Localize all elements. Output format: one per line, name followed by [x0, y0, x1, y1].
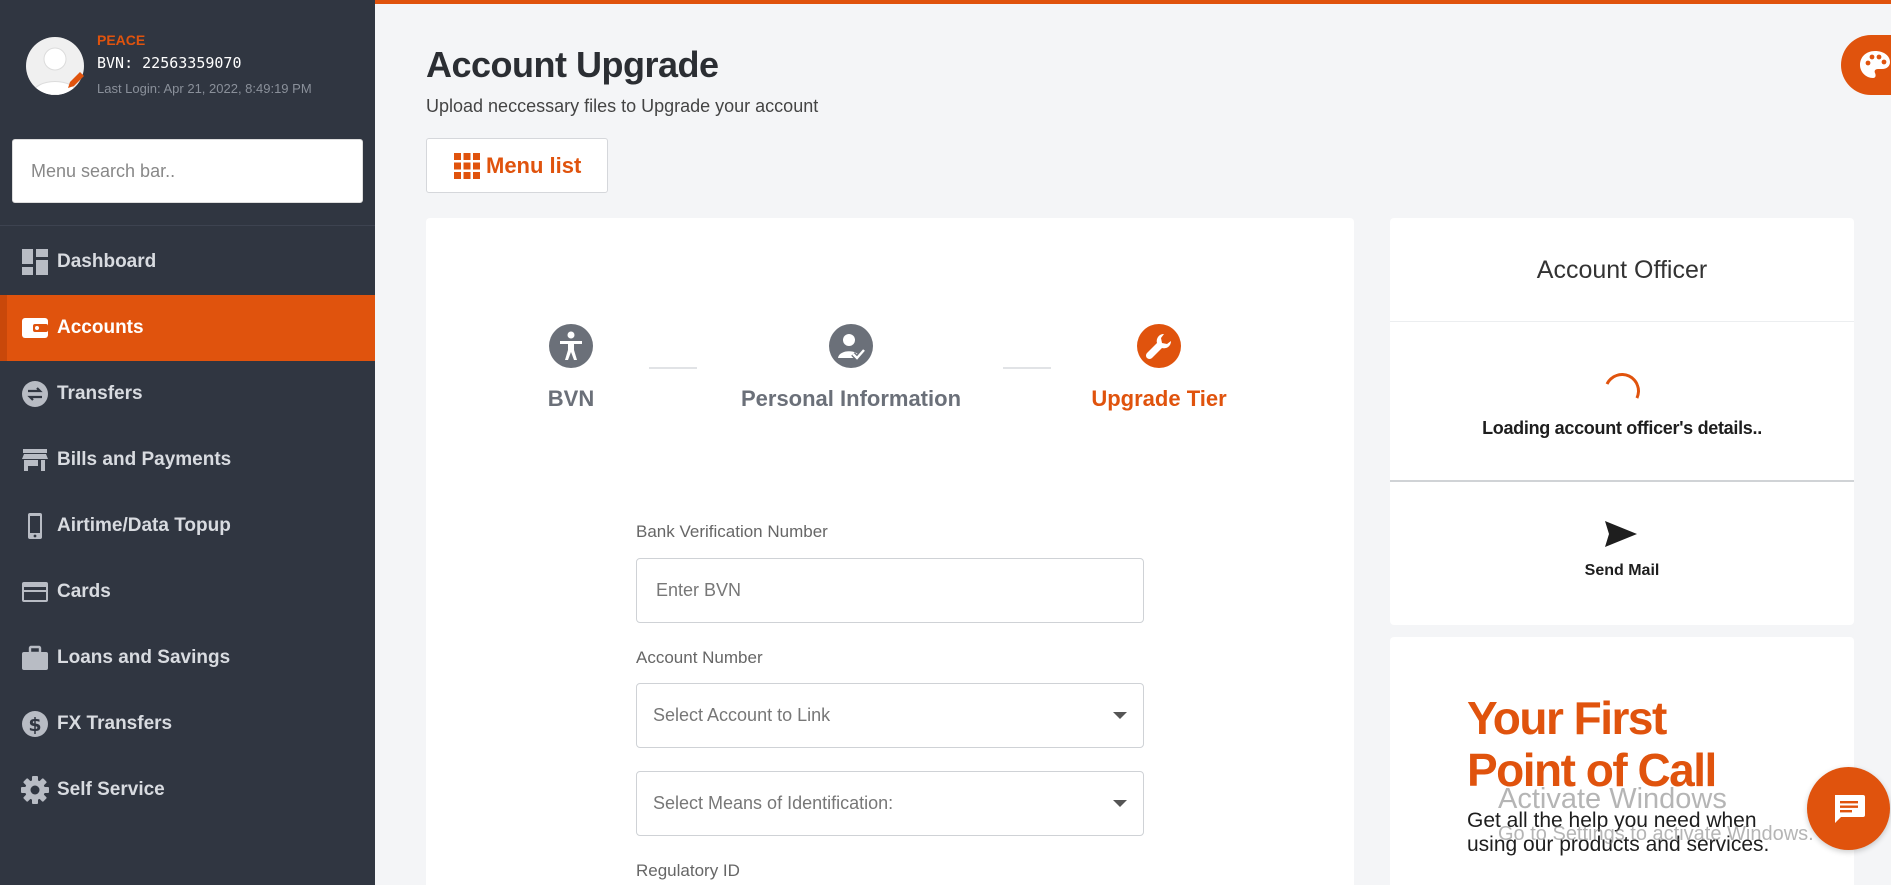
grid-icon: [454, 152, 480, 179]
sidebar-item-airtime-data-topup[interactable]: Airtime/Data Topup: [0, 493, 375, 559]
step-connector: [1003, 367, 1051, 369]
promo-card: Your First Point of Call Get all the hel…: [1390, 637, 1854, 885]
chat-button[interactable]: [1807, 767, 1890, 850]
divider: [1390, 321, 1854, 322]
sidebar: PEACE BVN: 22563359070 Last Login: Apr 2…: [0, 0, 375, 885]
accessibility-icon: [549, 324, 593, 368]
profile-bvn: BVN: 22563359070: [97, 54, 242, 72]
step-bvn[interactable]: BVN: [526, 324, 616, 412]
phone-icon: [20, 511, 50, 541]
regulatory-id-label: Regulatory ID: [636, 861, 740, 880]
sidebar-item-cards[interactable]: Cards: [0, 559, 375, 625]
officer-loading-text: Loading account officer's details..: [1482, 418, 1762, 438]
account-officer-card: Account Officer Loading account officer'…: [1390, 218, 1854, 625]
step-upgrade-tier[interactable]: Upgrade Tier: [1088, 324, 1230, 412]
step-personal-information[interactable]: Personal Information: [725, 324, 977, 412]
sidebar-item-accounts[interactable]: Accounts: [0, 295, 375, 361]
sidebar-item-label: Loans and Savings: [57, 647, 231, 668]
pencil-edit-icon[interactable]: [64, 68, 88, 92]
menu-search-input[interactable]: [12, 139, 363, 203]
promo-title-line: Your First: [1467, 692, 1667, 744]
profile-block: PEACE BVN: 22563359070 Last Login: Apr 2…: [0, 0, 375, 125]
transfer-icon: [20, 379, 50, 409]
briefcase-icon: [20, 643, 50, 673]
account-number-label: Account Number: [636, 648, 763, 667]
svg-text:$: $: [28, 714, 41, 736]
profile-last-login: Last Login: Apr 21, 2022, 8:49:19 PM: [97, 81, 312, 96]
sidebar-item-self-service[interactable]: Self Service: [0, 757, 375, 823]
menu-list-label: Menu list: [486, 152, 582, 178]
step-label: Personal Information: [740, 386, 962, 411]
page-subtitle: Upload neccessary files to Upgrade your …: [426, 96, 819, 116]
account-select[interactable]: Select Account to Link: [636, 683, 1144, 748]
store-icon: [20, 445, 50, 475]
identification-select-value: Select Means of Identification:: [653, 793, 894, 813]
chevron-down-icon: [1113, 800, 1127, 807]
windows-activation-watermark: Activate Windows: [1498, 783, 1727, 815]
palette-icon: [1860, 51, 1890, 78]
page-title: Account Upgrade: [426, 44, 719, 85]
identification-select[interactable]: Select Means of Identification:: [636, 771, 1144, 836]
send-icon[interactable]: [1604, 520, 1638, 548]
sidebar-menu: Dashboard Accounts Transfers Bills and P…: [0, 229, 375, 823]
card-icon: [20, 577, 50, 607]
sidebar-item-label: Dashboard: [57, 251, 157, 272]
user-check-icon: [829, 324, 873, 368]
theme-palette-button[interactable]: [1841, 35, 1891, 95]
sidebar-item-label: Bills and Payments: [57, 449, 232, 470]
step-label: Upgrade Tier: [1091, 386, 1227, 411]
account-officer-title: Account Officer: [1536, 256, 1708, 284]
windows-activation-watermark-subtext: Go to Settings to activate Windows.: [1498, 823, 1814, 845]
menu-list-button[interactable]: Menu list: [426, 138, 608, 193]
sidebar-item-label: FX Transfers: [57, 713, 173, 734]
sidebar-item-label: Self Service: [57, 779, 165, 800]
bvn-input[interactable]: [636, 558, 1144, 623]
chevron-down-icon: [1113, 712, 1127, 719]
account-select-value: Select Account to Link: [653, 705, 831, 725]
sidebar-item-label: Transfers: [57, 383, 143, 404]
wallet-icon: [20, 313, 50, 343]
profile-name: PEACE: [97, 32, 146, 48]
promo-title: Your First Point of Call: [1467, 692, 1717, 796]
sidebar-item-label: Accounts: [57, 317, 144, 338]
dashboard-icon: [20, 247, 50, 277]
top-accent-line: [375, 0, 1891, 4]
sidebar-item-loans-and-savings[interactable]: Loans and Savings: [0, 625, 375, 691]
sidebar-item-dashboard[interactable]: Dashboard: [0, 229, 375, 295]
sidebar-item-fx-transfers[interactable]: $ FX Transfers: [0, 691, 375, 757]
step-label: BVN: [547, 386, 595, 411]
gear-icon: [20, 775, 50, 805]
send-mail-button[interactable]: Send Mail: [1390, 562, 1854, 580]
sidebar-item-transfers[interactable]: Transfers: [0, 361, 375, 427]
step-connector: [649, 367, 697, 369]
chat-icon: [1834, 794, 1865, 823]
sidebar-item-label: Cards: [57, 581, 111, 602]
loading-spinner-icon: [1598, 367, 1646, 415]
sidebar-item-label: Airtime/Data Topup: [57, 515, 231, 536]
bvn-field-label: Bank Verification Number: [636, 522, 828, 541]
wrench-icon: [1137, 324, 1181, 368]
sidebar-item-bills-and-payments[interactable]: Bills and Payments: [0, 427, 375, 493]
divider: [1390, 480, 1854, 482]
dollar-icon: $: [20, 709, 50, 739]
sidebar-divider: [0, 225, 375, 226]
